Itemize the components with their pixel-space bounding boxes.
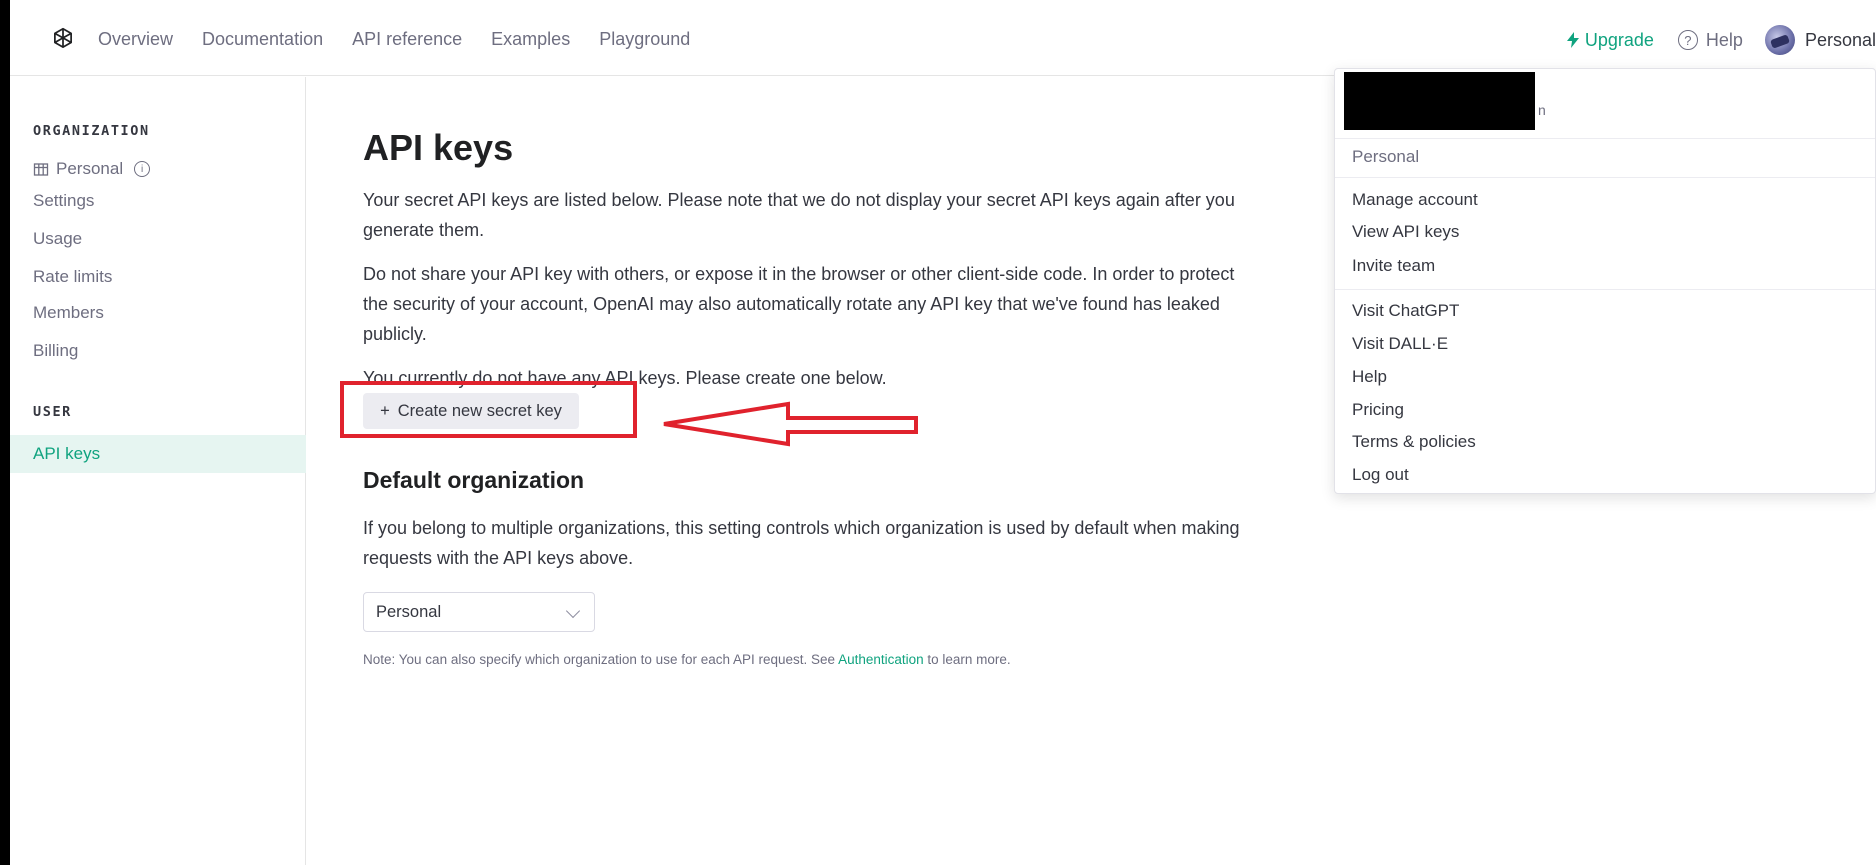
sidebar-item-rate-limits[interactable]: Rate limits <box>33 267 112 287</box>
select-value: Personal <box>376 602 442 621</box>
note-prefix: Note: You can also specify which organiz… <box>363 652 839 667</box>
upgrade-link[interactable]: Upgrade <box>1566 29 1654 51</box>
menu-item-help[interactable]: Help <box>1352 367 1387 387</box>
sidebar-item-billing[interactable]: Billing <box>33 341 78 361</box>
menu-item-invite-team[interactable]: Invite team <box>1352 256 1435 276</box>
help-label: Help <box>1705 29 1743 50</box>
menu-item-visit-dalle[interactable]: Visit DALL·E <box>1352 334 1448 354</box>
note-suffix: to learn more. <box>923 652 1011 667</box>
default-organization-select[interactable]: Personal <box>363 592 595 632</box>
dropdown-divider <box>1335 289 1875 290</box>
menu-item-view-api-keys[interactable]: View API keys <box>1352 222 1459 242</box>
annotation-arrow-icon <box>663 401 918 447</box>
annotation-highlight-box <box>340 381 637 438</box>
default-organization-heading: Default organization <box>363 467 585 493</box>
chevron-down-icon <box>565 603 581 619</box>
sidebar-org-switcher[interactable]: Personal i <box>33 159 151 179</box>
nav-documentation[interactable]: Documentation <box>202 29 323 50</box>
security-paragraph: Do not share your API key with others, o… <box>363 264 1235 344</box>
nav-playground[interactable]: Playground <box>599 29 690 50</box>
top-navbar: Overview Documentation API reference Exa… <box>10 0 1876 76</box>
intro-paragraph: Your secret API keys are listed below. P… <box>363 190 1235 240</box>
sidebar-heading-organization: ORGANIZATION <box>33 123 150 139</box>
nav-examples[interactable]: Examples <box>491 29 570 50</box>
sidebar-item-members[interactable]: Members <box>33 303 104 323</box>
sidebar-item-usage[interactable]: Usage <box>33 229 82 249</box>
app-window: Overview Documentation API reference Exa… <box>10 0 1876 865</box>
openai-logo-icon[interactable] <box>50 26 76 52</box>
authentication-link[interactable]: Authentication <box>838 652 924 667</box>
sidebar-heading-user: USER <box>33 404 72 420</box>
screenshot-frame: Overview Documentation API reference Exa… <box>0 0 1876 865</box>
account-menu-button[interactable]: Personal <box>1805 30 1876 51</box>
sidebar: ORGANIZATION Personal i Settings Usage R… <box>10 77 306 865</box>
menu-item-terms-policies[interactable]: Terms & policies <box>1352 432 1476 452</box>
menu-item-log-out[interactable]: Log out <box>1352 465 1409 485</box>
primary-nav: Overview Documentation API reference Exa… <box>98 29 719 50</box>
dropdown-divider <box>1335 177 1875 178</box>
dropdown-header-tail: n <box>1538 102 1546 118</box>
organization-note: Note: You can also specify which organiz… <box>363 652 1011 667</box>
menu-item-pricing[interactable]: Pricing <box>1352 400 1404 420</box>
dropdown-divider <box>1335 138 1875 139</box>
avatar[interactable] <box>1764 25 1795 55</box>
info-icon[interactable]: i <box>134 161 151 177</box>
lightning-bolt-icon <box>1566 32 1579 48</box>
page-title: API keys <box>363 127 514 168</box>
dropdown-org-label: Personal <box>1352 147 1420 166</box>
sidebar-item-settings[interactable]: Settings <box>33 191 94 211</box>
question-circle-icon: ? <box>1677 30 1698 50</box>
redacted-user-info <box>1344 72 1535 130</box>
nav-api-reference[interactable]: API reference <box>352 29 462 50</box>
menu-item-manage-account[interactable]: Manage account <box>1352 190 1478 210</box>
account-dropdown-menu: n Personal Manage account View API keys … <box>1334 68 1876 494</box>
building-icon <box>33 163 49 176</box>
nav-overview[interactable]: Overview <box>98 29 173 50</box>
help-link[interactable]: ? Help <box>1677 29 1743 51</box>
upgrade-label: Upgrade <box>1584 29 1654 50</box>
default-organization-description: If you belong to multiple organizations,… <box>363 518 1240 568</box>
sidebar-org-name: Personal <box>56 159 124 178</box>
sidebar-item-api-keys[interactable]: API keys <box>10 435 306 473</box>
account-nav: Upgrade ? Help Personal <box>1566 22 1876 58</box>
menu-item-visit-chatgpt[interactable]: Visit ChatGPT <box>1352 301 1459 321</box>
